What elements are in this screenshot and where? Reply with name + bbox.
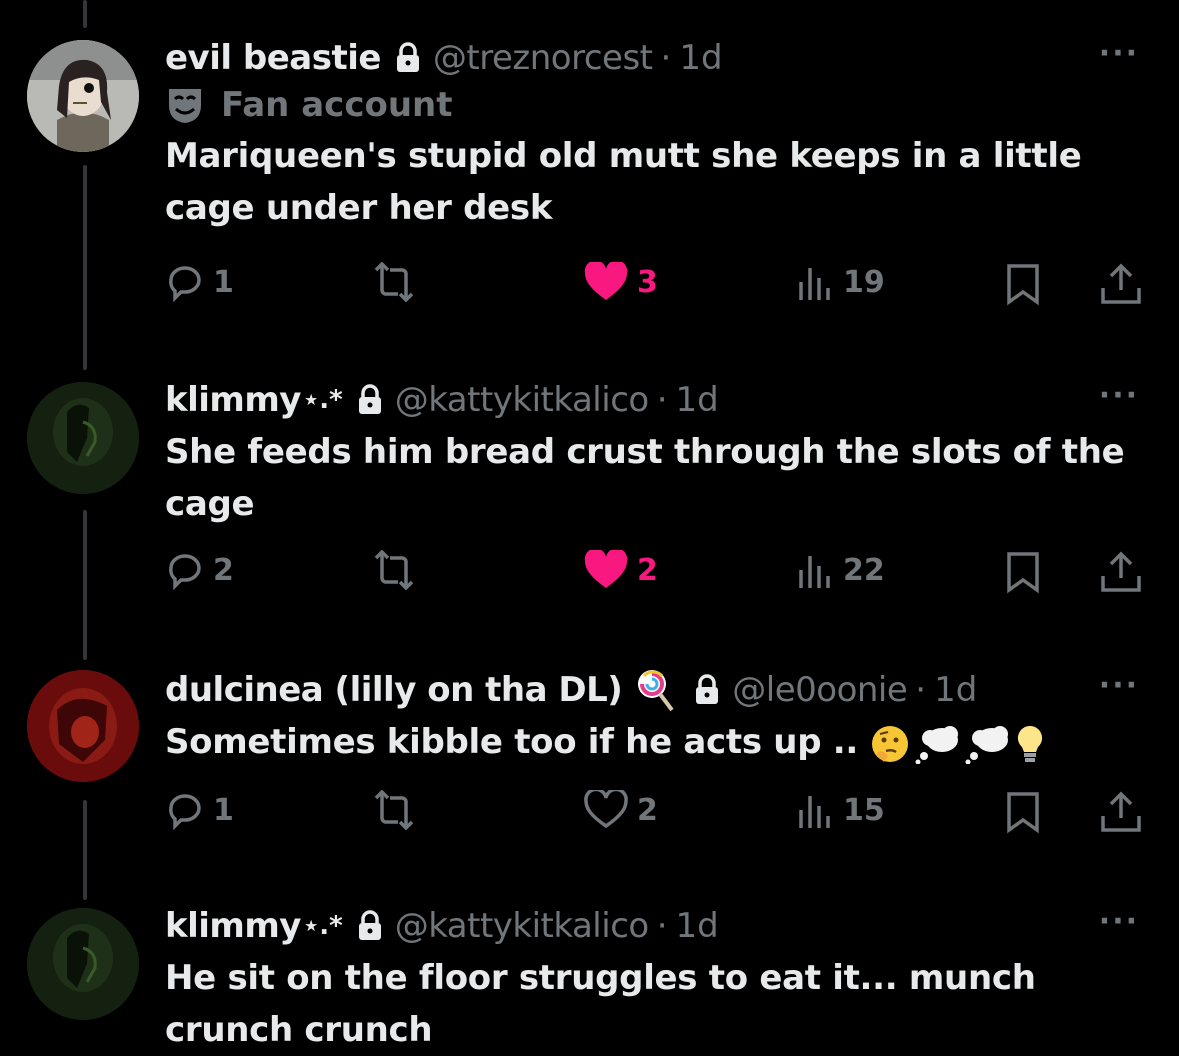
thought-balloon-icon [965, 725, 1008, 764]
tweet[interactable]: klimmy ⋆.* @kattykitkalico · 1d ··· He s… [0, 890, 1179, 1050]
light-bulb-icon [1017, 725, 1042, 762]
thinking-face-icon [871, 725, 908, 762]
bookmark-button[interactable] [1003, 262, 1043, 306]
views-chart-icon [799, 796, 830, 828]
handle[interactable]: @le0oonie [732, 670, 908, 710]
like-button[interactable]: 2 [583, 550, 658, 590]
name-decoration: ⋆.* [302, 385, 343, 415]
share-icon [1101, 263, 1141, 304]
reply-button[interactable]: 2 [165, 550, 234, 590]
avatar[interactable] [27, 382, 139, 494]
tweet-text-line: Sometimes kibble too if he acts up .. [165, 722, 859, 762]
separator: · [915, 670, 927, 710]
share-icon [1101, 551, 1141, 592]
repost-button[interactable] [370, 550, 418, 590]
more-options-button[interactable]: ··· [1099, 36, 1139, 71]
heart-outline-icon [584, 790, 628, 829]
timestamp[interactable]: 1d [679, 38, 722, 78]
view-count: 15 [843, 792, 885, 828]
tweet-text: Mariqueen's stupid old mutt she keeps in… [165, 130, 1139, 234]
tweet-text: He sit on the floor struggles to eat it.… [165, 952, 1139, 1056]
reply-count: 1 [213, 792, 234, 828]
timestamp[interactable]: 1d [676, 906, 719, 946]
like-count: 2 [637, 552, 658, 588]
heart-filled-icon [584, 262, 628, 300]
tweet-text-line: cage [165, 484, 255, 524]
bookmark-button[interactable] [1003, 790, 1043, 834]
repost-button[interactable] [370, 262, 418, 302]
timestamp[interactable]: 1d [934, 670, 977, 710]
view-count: 22 [843, 552, 885, 588]
tweet-text-line: cage under her desk [165, 188, 553, 228]
repost-icon [374, 550, 414, 590]
share-button[interactable] [1099, 790, 1143, 834]
reply-count: 1 [213, 264, 234, 300]
more-options-button[interactable]: ··· [1099, 378, 1139, 413]
share-button[interactable] [1099, 550, 1143, 594]
lock-icon [357, 384, 383, 416]
views-chart-icon [799, 556, 830, 588]
reply-button[interactable]: 1 [165, 262, 234, 302]
views-button[interactable]: 15 [795, 790, 885, 830]
bookmark-icon [1007, 552, 1039, 594]
name-decoration: ⋆.* [302, 911, 343, 941]
display-name[interactable]: klimmy [165, 380, 301, 420]
display-name[interactable]: dulcinea (lilly on tha DL) [165, 670, 623, 710]
handle[interactable]: @treznorcest [433, 38, 653, 78]
bookmark-button[interactable] [1003, 550, 1043, 594]
display-name[interactable]: evil beastie [165, 38, 381, 78]
handle[interactable]: @kattykitkalico [395, 906, 650, 946]
views-button[interactable]: 19 [795, 262, 885, 302]
tweet[interactable]: klimmy ⋆.* @kattykitkalico · 1d ··· She … [0, 360, 1179, 625]
separator: · [656, 906, 668, 946]
avatar[interactable] [27, 40, 139, 152]
reply-icon [169, 554, 201, 590]
tweet-text-line: He sit on the floor struggles to eat it.… [165, 958, 1036, 998]
reply-button[interactable]: 1 [165, 790, 234, 830]
like-button[interactable]: 2 [583, 790, 658, 830]
repost-button[interactable] [370, 790, 418, 830]
tweet[interactable]: evil beastie @treznorcest · 1d ··· Fan a… [0, 0, 1179, 335]
display-name[interactable]: klimmy [165, 906, 301, 946]
like-count: 3 [637, 264, 658, 300]
repost-icon [374, 790, 414, 830]
handle[interactable]: @kattykitkalico [395, 380, 650, 420]
like-button[interactable]: 3 [583, 262, 658, 302]
bookmark-icon [1007, 792, 1039, 834]
badge-label: Fan account [221, 85, 453, 125]
separator: · [656, 380, 668, 420]
repost-icon [374, 262, 414, 302]
tweet-text: She feeds him bread crust through the sl… [165, 426, 1139, 530]
tweet[interactable]: dulcinea (lilly on tha DL) @le0oonie · 1… [0, 650, 1179, 875]
avatar[interactable] [27, 670, 139, 782]
thought-balloon-icon [915, 725, 958, 764]
timestamp[interactable]: 1d [676, 380, 719, 420]
view-count: 19 [843, 264, 885, 300]
like-count: 2 [637, 792, 658, 828]
views-button[interactable]: 22 [795, 550, 885, 590]
reply-icon [169, 266, 201, 302]
more-options-button[interactable]: ··· [1099, 904, 1139, 939]
performing-arts-mask-icon [165, 85, 205, 125]
bookmark-icon [1007, 264, 1039, 306]
separator: · [660, 38, 672, 78]
heart-filled-icon [584, 550, 628, 588]
tweet-text-line: She feeds him bread crust through the sl… [165, 432, 1125, 472]
lock-icon [694, 674, 720, 706]
fan-account-badge: Fan account [165, 80, 1139, 130]
reply-count: 2 [213, 552, 234, 588]
tweet-text-line: crunch crunch [165, 1010, 433, 1050]
more-options-button[interactable]: ··· [1099, 668, 1139, 703]
lollipop-icon [634, 668, 674, 712]
tweet-text: Sometimes kibble too if he acts up .. [165, 716, 1139, 768]
share-icon [1101, 791, 1141, 832]
tweet-text-line: Mariqueen's stupid old mutt she keeps in… [165, 136, 1082, 176]
lock-icon [395, 42, 421, 74]
lock-icon [357, 910, 383, 942]
avatar[interactable] [27, 908, 139, 1020]
views-chart-icon [799, 268, 830, 300]
share-button[interactable] [1099, 262, 1143, 306]
reply-icon [169, 794, 201, 830]
